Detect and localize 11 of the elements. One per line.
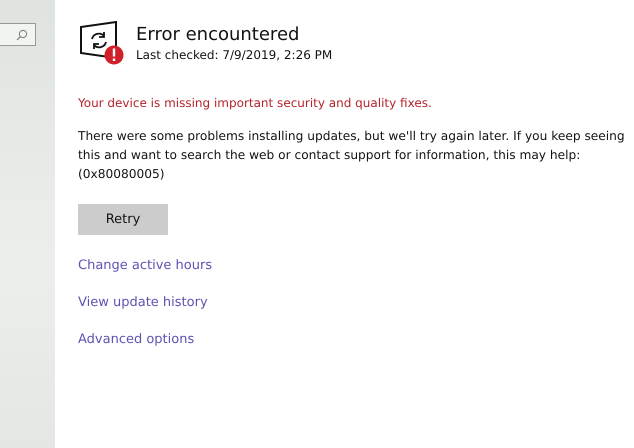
last-checked-text: Last checked: 7/9/2019, 2:26 PM bbox=[136, 48, 332, 62]
settings-link[interactable]: View update history bbox=[78, 295, 208, 310]
settings-link[interactable]: Advanced options bbox=[78, 332, 194, 347]
update-error-icon bbox=[78, 20, 124, 66]
settings-link[interactable]: Change active hours bbox=[78, 258, 212, 273]
status-title: Error encountered bbox=[136, 24, 300, 46]
retry-button[interactable]: Retry bbox=[78, 204, 168, 235]
warning-text: Your device is missing important security and quality fixes. bbox=[78, 96, 432, 110]
search-field[interactable] bbox=[0, 23, 36, 46]
error-message: There were some problems installing updates, but we'll try again later. If you keep seeing this and want to search the web or contact support for information, this may help: (0x80080005) bbox=[78, 128, 626, 183]
search-icon bbox=[16, 28, 28, 40]
